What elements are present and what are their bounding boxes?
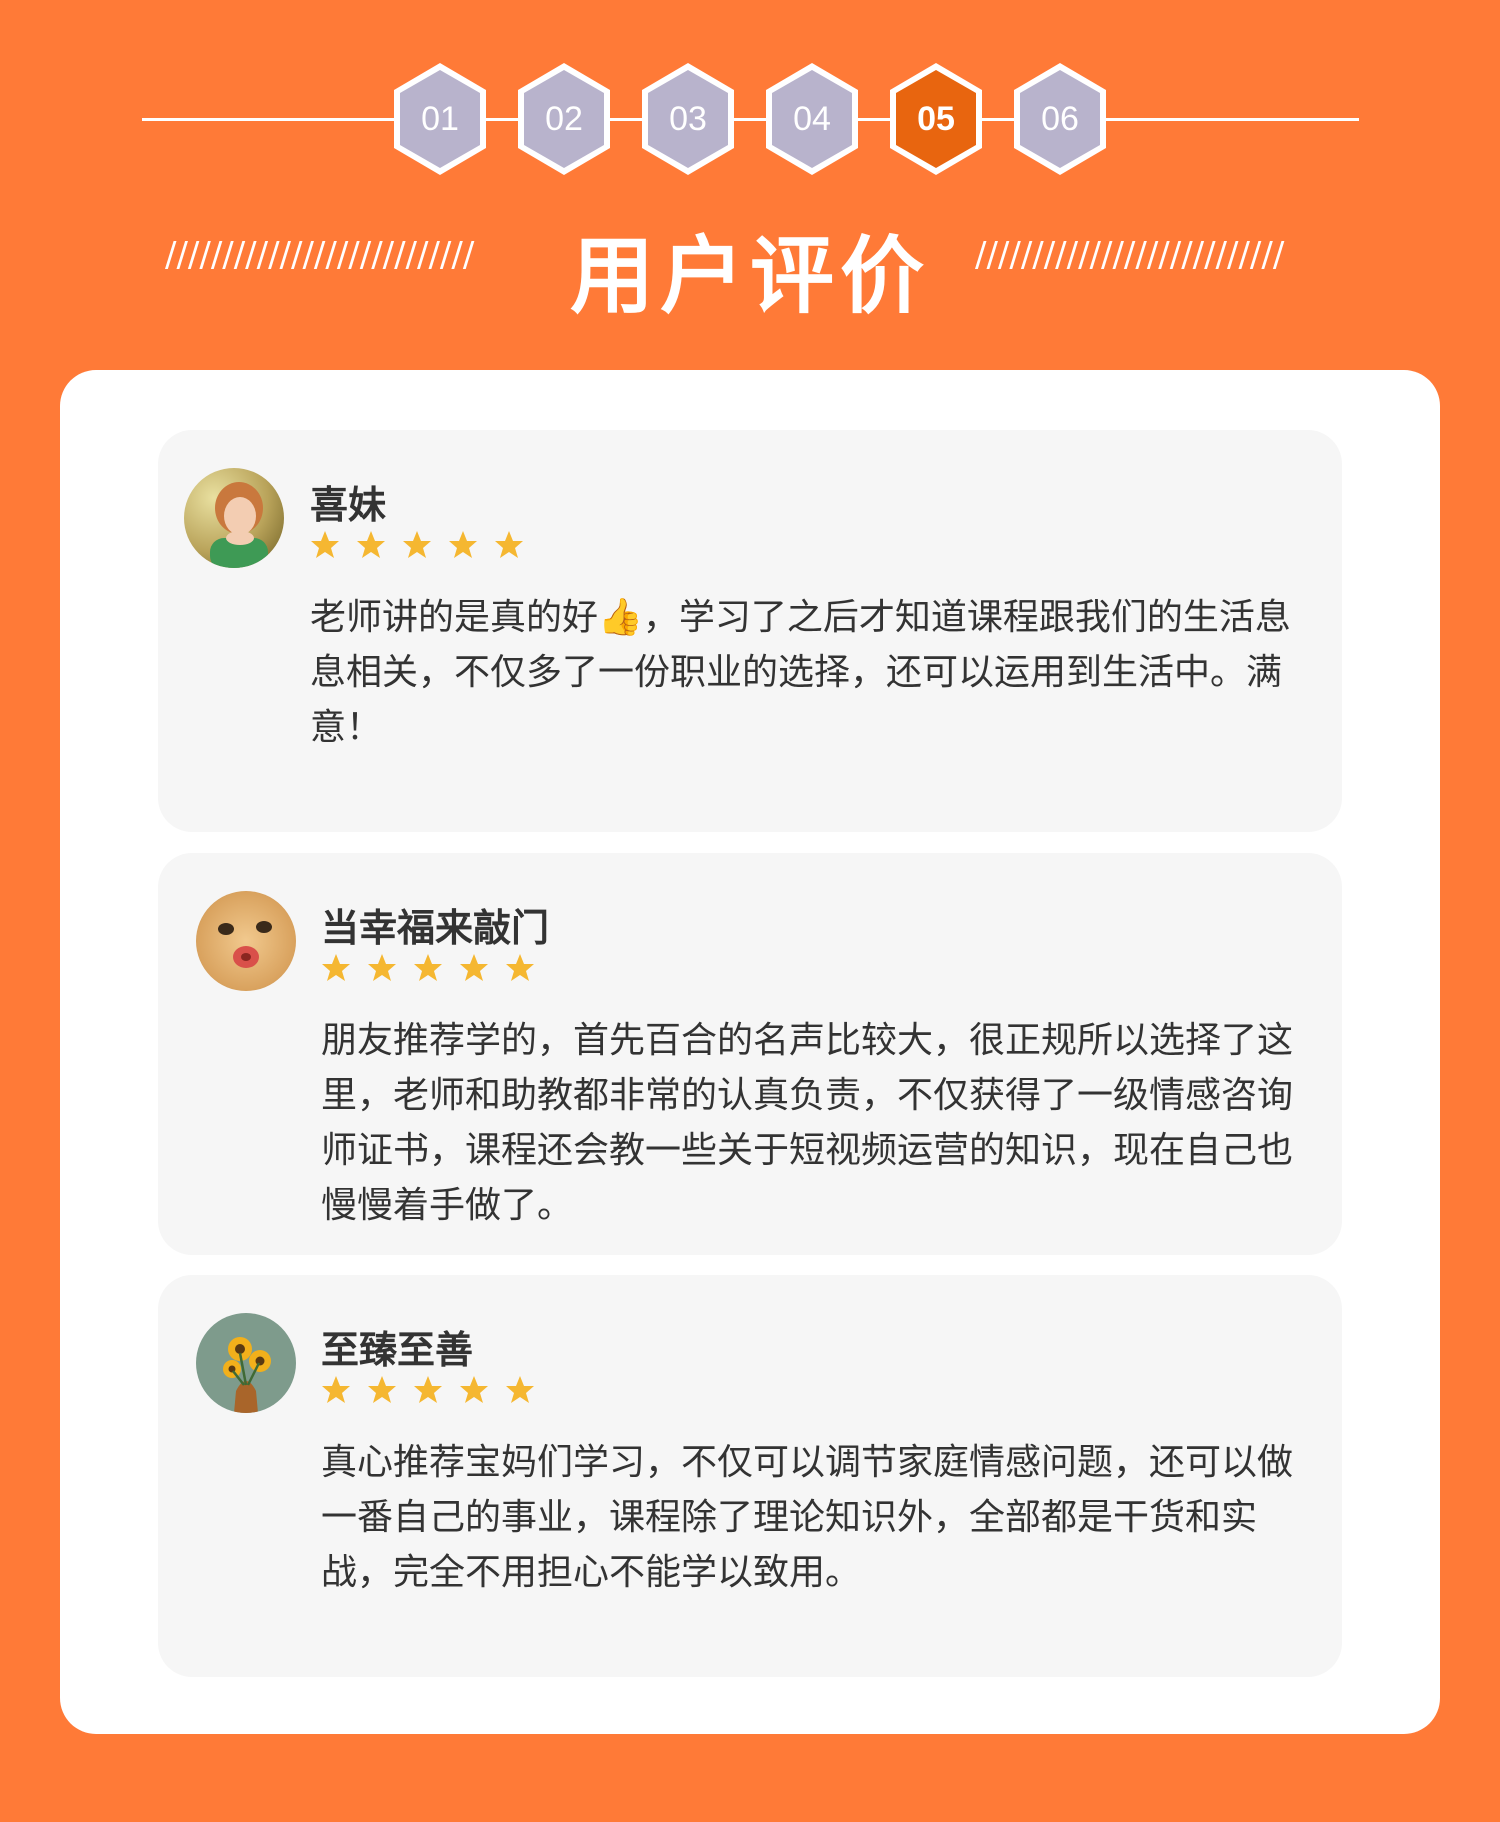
star-icon <box>460 1376 488 1403</box>
star-icon <box>322 954 350 981</box>
star-icon <box>460 954 488 981</box>
review-text: 朋友推荐学的，首先百合的名声比较大，很正规所以选择了这里，老师和助教都非常的认真… <box>321 1020 1294 1226</box>
reviewer-name: 喜妹 <box>310 483 387 527</box>
reviewer-name: 当幸福来敲门 <box>321 906 550 950</box>
step-label: 04 <box>793 99 831 138</box>
step-label: 06 <box>1041 99 1079 138</box>
star-icon <box>368 954 396 981</box>
step-05-active: 05 <box>886 60 986 178</box>
baby-avatar-icon <box>196 891 296 991</box>
step-label: 01 <box>421 99 459 138</box>
star-icon <box>357 531 385 558</box>
step-06: 06 <box>1010 60 1110 178</box>
review-card: 喜妹 老师讲的是真的好👍，学习了之后才知道课程跟我们的生活息息相关，不仅多了一份… <box>158 430 1342 832</box>
star-icon <box>414 1376 442 1403</box>
step-01: 01 <box>390 60 490 178</box>
star-icon <box>506 954 534 981</box>
step-label: 02 <box>545 99 583 138</box>
star-icon <box>449 531 477 558</box>
step-04: 04 <box>762 60 862 178</box>
star-icon <box>403 531 431 558</box>
star-rating <box>321 953 535 983</box>
star-rating <box>310 530 524 560</box>
girl-avatar-icon <box>184 468 284 568</box>
review-card: 当幸福来敲门 朋友推荐学的，首先百合的名声比较大，很正规所以选择了这里，老师和助… <box>158 853 1342 1255</box>
reviews-panel: 喜妹 老师讲的是真的好👍，学习了之后才知道课程跟我们的生活息息相关，不仅多了一份… <box>60 370 1440 1734</box>
reviewer-name: 至臻至善 <box>321 1328 474 1372</box>
decor-slashes-right: /////////////////////////// <box>975 235 1285 275</box>
star-icon <box>311 531 339 558</box>
step-label: 03 <box>669 99 707 138</box>
star-icon <box>495 531 523 558</box>
sunflower-avatar-icon <box>196 1313 296 1413</box>
star-icon <box>322 1376 350 1403</box>
star-icon <box>414 954 442 981</box>
title-row: /////////////////////////// 用户评价 ///////… <box>0 205 1500 325</box>
step-03: 03 <box>638 60 738 178</box>
star-rating <box>321 1375 535 1405</box>
review-text: 老师讲的是真的好👍，学习了之后才知道课程跟我们的生活息息相关，不仅多了一份职业的… <box>310 597 1291 748</box>
star-icon <box>506 1376 534 1403</box>
review-card: 至臻至善 真心推荐宝妈们学习，不仅可以调节家庭情感问题，还可以做一番自己的事业，… <box>158 1275 1342 1677</box>
review-text: 真心推荐宝妈们学习，不仅可以调节家庭情感问题，还可以做一番自己的事业，课程除了理… <box>321 1442 1294 1593</box>
step-indicator: 01 02 03 04 05 06 <box>390 60 1110 180</box>
star-icon <box>368 1376 396 1403</box>
step-label: 05 <box>917 99 955 138</box>
step-02: 02 <box>514 60 614 178</box>
